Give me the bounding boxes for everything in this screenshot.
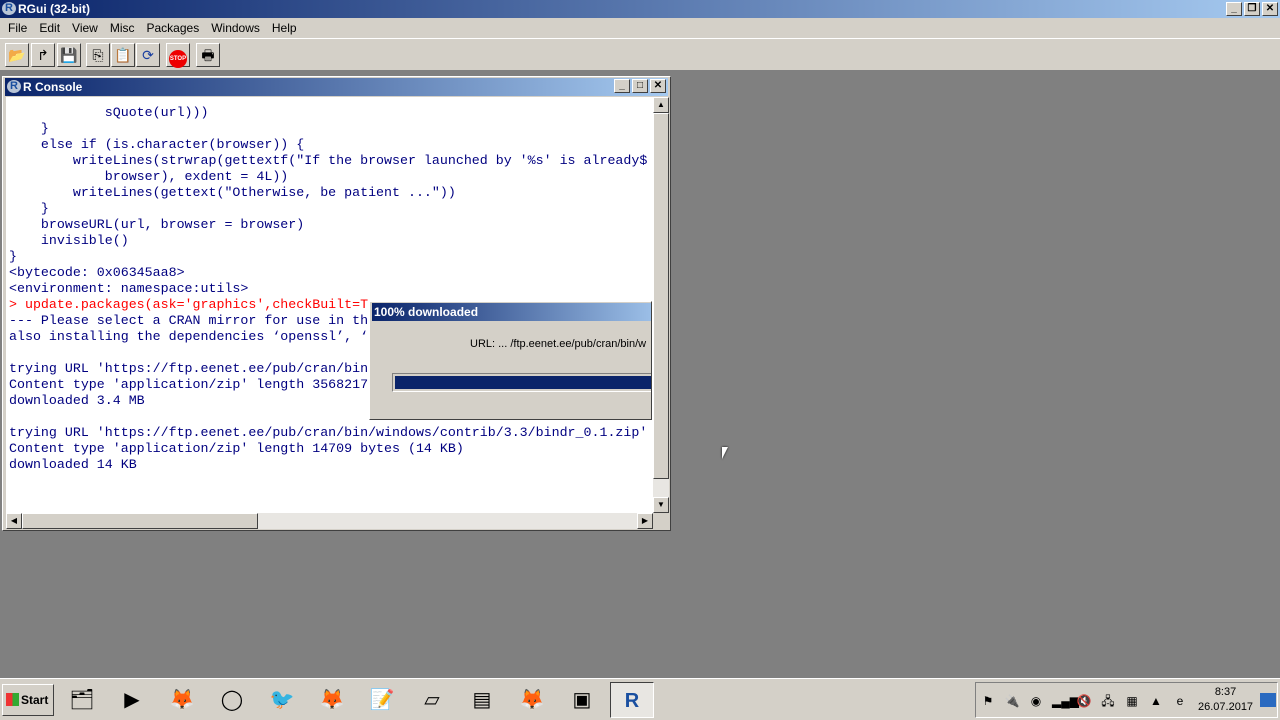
console-output-line: Content type 'application/zip' length 14… [9,441,464,456]
download-progress-dialog: 100% downloaded URL: ... /ftp.eenet.ee/p… [369,301,652,420]
horizontal-scroll-thumb[interactable] [22,513,258,529]
app-title: RGui (32-bit) [18,2,90,16]
menu-misc[interactable]: Misc [104,18,141,38]
toolbar: 📂 ↱ 💾 ⎘ 📋 ⟳ STOP 🖶 [0,38,1280,72]
save-icon[interactable]: 💾 [57,43,81,67]
console-output-line: downloaded 14 KB [9,457,137,472]
menu-help[interactable]: Help [266,18,303,38]
windows-logo-icon [6,693,19,706]
clock[interactable]: 8:37 26.07.2017 [1198,685,1253,715]
console-output-line: writeLines(strwrap(gettextf("If the brow… [9,153,648,168]
taskbar-thunderbird-icon[interactable]: 🐦 [260,682,304,718]
r-logo-icon: R [2,2,16,15]
console-titlebar: R R Console _ □ ✕ [5,78,668,96]
progress-fill [395,376,651,389]
tray-power-icon[interactable]: 🔌 [1004,693,1020,709]
taskbar: Start 🗂 ▶ 🦊 ◯ 🐦 🦊 📝 ▱ ▤ 🦊 ▣ R ⚑ 🔌 ◉ ▂▄▆ 🔇 🖧 ▦ ▲ e 8:37 26.0… [0,678,1280,720]
download-url: URL: ... /ftp.eenet.ee/pub/cran/bin/w [470,338,647,350]
taskbar-eraser-icon[interactable]: ▱ [410,682,454,718]
load-workspace-icon[interactable]: ↱ [31,43,55,67]
paste-icon[interactable]: 📋 [111,43,135,67]
vertical-scroll-thumb[interactable] [653,113,669,479]
taskbar-media-player-icon[interactable]: ▶ [110,682,154,718]
console-output-line: browser), exdent = 4L)) [9,169,289,184]
refresh-icon[interactable]: ⟳ [136,43,160,67]
close-button[interactable]: ✕ [1262,2,1278,16]
taskbar-terminal-icon[interactable]: ▣ [560,682,604,718]
tray-eset-warning-icon[interactable]: e [1172,693,1188,709]
tray-sync-icon[interactable]: ◉ [1028,693,1044,709]
tray-usb-ok-icon[interactable]: 🖧 [1100,693,1116,709]
menu-windows[interactable]: Windows [205,18,266,38]
print-icon[interactable]: 🖶 [196,43,220,67]
clock-date: 26.07.2017 [1198,701,1254,713]
console-maximize-button[interactable]: □ [632,79,648,93]
r-logo-icon: R [7,80,21,93]
open-folder-icon[interactable]: 📂 [5,43,29,67]
console-output-line: invisible() [9,233,129,248]
app-titlebar: R RGui (32-bit) _ ❐ ✕ [0,0,1280,18]
menu-edit[interactable]: Edit [33,18,66,38]
scroll-up-button[interactable]: ▲ [653,97,669,113]
stop-button[interactable]: STOP [166,43,190,68]
taskbar-notepad-plus-icon[interactable]: 📝 [360,682,404,718]
taskbar-firefox-icon[interactable]: 🦊 [310,682,354,718]
restore-button[interactable]: ❐ [1244,2,1260,16]
vertical-scrollbar[interactable]: ▲ ▼ [653,97,669,513]
mouse-cursor-icon [722,447,728,459]
scroll-left-button[interactable]: ◀ [6,513,22,529]
scroll-down-button[interactable]: ▼ [653,497,669,513]
menubar: File Edit View Misc Packages Windows Help [0,18,1280,38]
console-output-line: } [9,201,49,216]
menu-packages[interactable]: Packages [141,18,206,38]
taskbar-explorer-icon[interactable]: 🗂 [60,682,104,718]
console-output-line: else if (is.character(browser)) { [9,137,305,152]
console-close-button[interactable]: ✕ [650,79,666,93]
scroll-right-button[interactable]: ▶ [637,513,653,529]
menu-view[interactable]: View [66,18,104,38]
menu-file[interactable]: File [2,18,33,38]
console-output-line: <bytecode: 0x06345aa8> [9,265,185,280]
taskbar-firefox-icon[interactable]: 🦊 [160,682,204,718]
taskbar-R-icon[interactable]: R [610,682,654,718]
console-output-line: } [9,121,49,136]
horizontal-scrollbar[interactable]: ◀ ▶ [6,513,653,529]
console-output-line: trying URL 'https://ftp.eenet.ee/pub/cra… [9,425,648,440]
clock-time: 8:37 [1214,686,1237,698]
start-button[interactable]: Start [2,684,54,716]
show-desktop-icon[interactable] [1260,693,1276,707]
tray-cpu-graph-icon[interactable]: ▲ [1148,693,1164,709]
start-label: Start [21,693,49,707]
console-title: R Console [23,80,83,94]
console-output-line: <environment: namespace:utils> [9,281,249,296]
console-output-line: sQuote(url))) [9,105,209,120]
tray-volume-muted-icon[interactable]: 🔇 [1076,693,1092,709]
download-progress-bar [392,373,651,392]
console-output-line: writeLines(gettext("Otherwise, be patien… [9,185,456,200]
console-output-line: } [9,249,17,264]
taskbar-window-app-icon[interactable]: ▤ [460,682,504,718]
minimize-button[interactable]: _ [1226,2,1242,16]
taskbar-opera-icon[interactable]: ◯ [210,682,254,718]
console-output-line: browseURL(url, browser = browser) [9,217,305,232]
tray-signal-icon[interactable]: ▂▄▆ [1052,693,1079,709]
copy-icon[interactable]: ⎘ [86,43,110,67]
tray-action-center-error-icon[interactable]: ⚑ [980,693,996,709]
taskbar-firefox-icon[interactable]: 🦊 [510,682,554,718]
dialog-title: 100% downloaded [372,303,651,321]
stop-icon: STOP [169,50,187,68]
tray-monitor-app-icon[interactable]: ▦ [1124,693,1140,709]
console-minimize-button[interactable]: _ [614,79,630,93]
system-tray: ⚑ 🔌 ◉ ▂▄▆ 🔇 🖧 ▦ ▲ e 8:37 26.07.2017 [975,682,1278,718]
